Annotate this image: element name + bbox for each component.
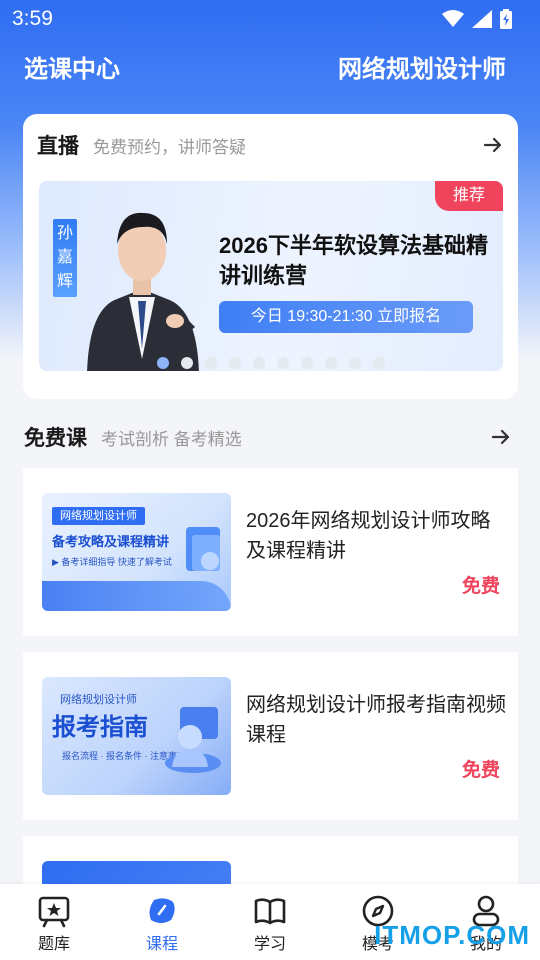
arrow-right-icon[interactable] (490, 426, 512, 448)
course-price: 免费 (461, 576, 500, 597)
live-banner[interactable]: 孙嘉辉 推荐 2026下半年软设算法基础精讲训练营 今日 19:30-21:30… (39, 181, 503, 371)
watermark: ITMOP.COM (374, 920, 530, 950)
tab-label: 题库 (37, 936, 70, 953)
teacher-name: 孙嘉辉 (53, 219, 77, 297)
carousel-dot[interactable] (181, 357, 193, 369)
live-section-header[interactable]: 直播 免费预约，讲师答疑 (37, 130, 504, 160)
free-subtitle: 考试剖析 备考精选 (101, 429, 242, 449)
live-title: 直播 (37, 135, 79, 158)
wifi-icon (442, 10, 464, 27)
folder-illustration-icon (186, 527, 220, 571)
carousel-dot[interactable] (157, 357, 169, 369)
thumb-line: ▶ 备考详细指导 快速了解考试 (52, 557, 172, 567)
header: 选课中心 网络规划设计师 (24, 46, 506, 86)
status-bar: 3:59 (0, 0, 540, 38)
status-icons (442, 9, 512, 29)
free-section-header[interactable]: 免费课 考试剖析 备考精选 (24, 422, 512, 452)
carousel-dot[interactable] (349, 357, 361, 369)
course-price: 免费 (461, 760, 500, 781)
carousel-dot[interactable] (205, 357, 217, 369)
avatar-illustration-icon (165, 707, 221, 773)
course-thumbnail: 网络规划设计师 报考指南 报名流程 · 报名条件 · 注意事项 (42, 677, 231, 795)
carousel-indicator (157, 357, 385, 369)
thumb-headline: 报考指南 (52, 714, 148, 741)
carousel-dot[interactable] (253, 357, 265, 369)
tab-course[interactable]: 课程 (112, 894, 212, 954)
exam-selector[interactable]: 网络规划设计师 (338, 49, 506, 84)
banner-title: 2026下半年软设算法基础精讲训练营 (219, 233, 488, 288)
course-icon (149, 898, 175, 923)
page-title: 选课中心 (24, 55, 120, 83)
carousel-dot[interactable] (229, 357, 241, 369)
free-title: 免费课 (24, 427, 87, 450)
course-title: 网络规划设计师报考指南视频课程 (246, 694, 506, 746)
teacher-photo (87, 212, 199, 371)
tab-question-bank[interactable]: 题库 (4, 894, 104, 954)
carousel-dot[interactable] (373, 357, 385, 369)
recommend-badge: 推荐 (435, 181, 503, 211)
live-subtitle: 免费预约，讲师答疑 (93, 137, 246, 157)
arrow-right-icon[interactable] (482, 134, 504, 156)
status-time: 3:59 (12, 7, 53, 30)
register-button[interactable]: 今日 19:30-21:30 立即报名 (219, 301, 473, 333)
tab-label: 学习 (253, 936, 286, 953)
question-bank-icon (38, 896, 70, 928)
tab-study[interactable]: 学习 (220, 894, 320, 954)
book-icon (254, 898, 286, 925)
carousel-dot[interactable] (325, 357, 337, 369)
tab-label: 课程 (145, 936, 178, 953)
course-card[interactable]: 网络规划设计师 备考攻略及课程精讲 ▶ 备考详细指导 快速了解考试 2026年网… (23, 468, 518, 636)
thumb-headline: 备考攻略及课程精讲 (52, 534, 170, 549)
course-thumbnail: 网络规划设计师 备考攻略及课程精讲 ▶ 备考详细指导 快速了解考试 (42, 493, 231, 611)
thumb-tag: 网络规划设计师 (52, 507, 145, 525)
thumb-wave (42, 581, 231, 611)
course-title: 2026年网络规划设计师攻略及课程精讲 (246, 510, 491, 562)
carousel-dot[interactable] (277, 357, 289, 369)
live-card: 直播 免费预约，讲师答疑 孙嘉辉 推荐 2026下半年软设算法基础精讲训练营 今… (23, 114, 518, 399)
signal-icon (472, 10, 492, 28)
course-card[interactable]: 网络规划设计师 报考指南 报名流程 · 报名条件 · 注意事项 网络规划设计师报… (23, 652, 518, 820)
carousel-dot[interactable] (301, 357, 313, 369)
battery-icon (500, 9, 512, 29)
